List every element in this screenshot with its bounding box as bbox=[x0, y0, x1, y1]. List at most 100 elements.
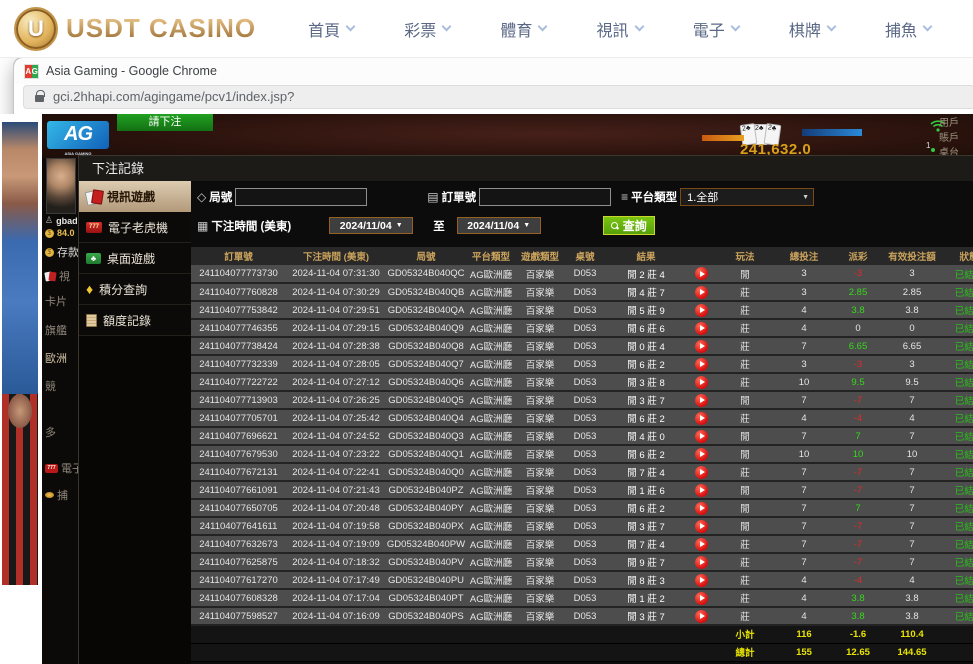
status-cell: 已結算 bbox=[942, 589, 973, 607]
bet-cell: 7 bbox=[774, 517, 834, 535]
filters: ◇ 局號 ▤ 訂單號 ≡ 平台類型 1.全部 ▼ bbox=[191, 181, 973, 247]
modal-sidebar: 視訊遊戲 777電子老虎機 ♣ 桌面遊戲 ♦積分查詢額度記錄 bbox=[79, 181, 191, 664]
payout-cell: 3.8 bbox=[834, 301, 882, 319]
nav-item-video[interactable]: 視訊 bbox=[597, 17, 643, 41]
sidebar-item-video-games[interactable]: 視訊遊戲 bbox=[79, 181, 202, 212]
cell: 241104077617270 bbox=[191, 571, 286, 589]
total-row-label: 總計 bbox=[716, 643, 774, 661]
lobby-item-bidding[interactable]: 競 bbox=[45, 378, 56, 394]
valid-bet-cell: 7 bbox=[882, 481, 942, 499]
lobby-item-label: 多 bbox=[45, 424, 56, 440]
sidebar-item-table-games[interactable]: ♣ 桌面遊戲 bbox=[79, 243, 191, 274]
empty-cell bbox=[191, 625, 716, 643]
cell: GD05324B040QA bbox=[386, 301, 466, 319]
play-video-icon[interactable] bbox=[695, 538, 708, 551]
modal-content: ◇ 局號 ▤ 訂單號 ≡ 平台類型 1.全部 ▼ bbox=[191, 181, 973, 664]
cell: 2024-11-04 07:23:22 bbox=[286, 445, 386, 463]
play-video-icon[interactable] bbox=[695, 502, 708, 515]
cell: 241104077672131 bbox=[191, 463, 286, 481]
play-video-icon[interactable] bbox=[695, 358, 708, 371]
nav-item-cards[interactable]: 棋牌 bbox=[789, 17, 835, 41]
play-video-icon[interactable] bbox=[695, 430, 708, 443]
modal-title: 下注記錄 bbox=[79, 156, 973, 181]
cell: 2024-11-04 07:17:49 bbox=[286, 571, 386, 589]
sidebar-item-points-query[interactable]: ♦積分查詢 bbox=[79, 274, 191, 305]
nav-item-lottery[interactable]: 彩票 bbox=[404, 17, 450, 41]
cell: D053 bbox=[564, 337, 606, 355]
lobby-item-video[interactable]: 視 bbox=[45, 268, 70, 284]
cell: AG歐洲廳 bbox=[466, 463, 516, 481]
nav-item-slots[interactable]: 電子 bbox=[693, 17, 739, 41]
subtotal-row-payout: -1.6 bbox=[834, 625, 882, 643]
play-video-icon[interactable] bbox=[695, 466, 708, 479]
play-video-icon[interactable] bbox=[695, 574, 708, 587]
play-type-cell: 閒 bbox=[716, 517, 774, 535]
lobby-item-europe[interactable]: 歐洲 bbox=[45, 350, 67, 366]
date-to-select[interactable]: 2024/11/04▼ bbox=[457, 217, 541, 234]
coin-icon: $ bbox=[45, 229, 54, 238]
cell: D053 bbox=[564, 481, 606, 499]
lobby-item-flagship[interactable]: 旗艦 bbox=[45, 322, 67, 338]
play-cell bbox=[686, 391, 716, 409]
play-video-icon[interactable] bbox=[695, 376, 708, 389]
result-cell: 閒 3 莊 7 bbox=[606, 607, 686, 625]
sidebar-item-credit-records[interactable]: 額度記錄 bbox=[79, 305, 191, 336]
deposit-button[interactable]: $ 存款 bbox=[45, 244, 78, 260]
status-cell: 已結算 bbox=[942, 481, 973, 499]
play-video-icon[interactable] bbox=[695, 412, 708, 425]
round-input[interactable] bbox=[235, 188, 367, 206]
sidebar-item-label: 視訊遊戲 bbox=[107, 188, 155, 205]
nav-item-fishing[interactable]: 捕魚 bbox=[885, 17, 931, 41]
lobby-item-card-games[interactable]: 卡片 bbox=[45, 293, 67, 309]
date-from-select[interactable]: 2024/11/04▼ bbox=[329, 217, 413, 234]
play-video-icon[interactable] bbox=[695, 286, 708, 299]
brand-logo[interactable]: U USDT CASINO bbox=[14, 7, 256, 51]
search-button[interactable]: 查詢 bbox=[603, 216, 655, 235]
play-video-icon[interactable] bbox=[695, 520, 708, 533]
cell: GD05324B040PY bbox=[386, 499, 466, 517]
cell: 241104077705701 bbox=[191, 409, 286, 427]
play-video-icon[interactable] bbox=[695, 592, 708, 605]
play-video-icon[interactable] bbox=[695, 322, 708, 335]
window-titlebar[interactable]: AG Asia Gaming - Google Chrome bbox=[14, 58, 973, 84]
play-cell bbox=[686, 265, 716, 283]
lock-icon[interactable] bbox=[35, 95, 44, 102]
play-video-icon[interactable] bbox=[695, 304, 708, 317]
play-video-icon[interactable] bbox=[695, 556, 708, 569]
result-cell: 閒 7 莊 4 bbox=[606, 463, 686, 481]
url-field[interactable]: gci.2hhapi.com/agingame/pcv1/index.jsp? bbox=[23, 85, 973, 109]
sidebar-item-slot-machine[interactable]: 777電子老虎機 bbox=[79, 212, 191, 243]
cell: AG歐洲廳 bbox=[466, 445, 516, 463]
payout-cell: 0 bbox=[834, 319, 882, 337]
nav-item-sports[interactable]: 體育 bbox=[500, 17, 546, 41]
platform-select[interactable]: 1.全部 ▼ bbox=[680, 188, 814, 206]
cell: 241104077732339 bbox=[191, 355, 286, 373]
lobby-item-fishing[interactable]: 捕 bbox=[45, 487, 68, 503]
ag-favicon: AG bbox=[24, 64, 39, 79]
table-row: 2411040777737302024-11-04 07:31:30GD0532… bbox=[191, 265, 973, 283]
cell: D053 bbox=[564, 427, 606, 445]
result-cell: 閒 6 莊 2 bbox=[606, 355, 686, 373]
lobby-item-slots[interactable]: 777電子 bbox=[45, 460, 78, 476]
play-video-icon[interactable] bbox=[695, 610, 708, 623]
payout-cell: 7 bbox=[834, 427, 882, 445]
lobby-item-multi[interactable]: 多 bbox=[45, 424, 56, 440]
sidebar-item-label: 桌面遊戲 bbox=[107, 250, 155, 267]
play-video-icon[interactable] bbox=[695, 340, 708, 353]
brand-name: USDT CASINO bbox=[66, 13, 256, 44]
order-input[interactable] bbox=[479, 188, 611, 206]
records-tbody: 2411040777737302024-11-04 07:31:30GD0532… bbox=[191, 265, 973, 661]
play-video-icon[interactable] bbox=[695, 448, 708, 461]
bet-cell: 7 bbox=[774, 463, 834, 481]
cell: 241104077661091 bbox=[191, 481, 286, 499]
green-icon: ♣ bbox=[86, 253, 101, 264]
valid-bet-cell: 7 bbox=[882, 391, 942, 409]
nav-item-home[interactable]: 首頁 bbox=[308, 17, 354, 41]
status-cell: 已結算 bbox=[942, 319, 973, 337]
cell: AG歐洲廳 bbox=[466, 427, 516, 445]
play-video-icon[interactable] bbox=[695, 394, 708, 407]
play-type-cell: 閒 bbox=[716, 391, 774, 409]
play-video-icon[interactable] bbox=[695, 484, 708, 497]
play-video-icon[interactable] bbox=[695, 267, 708, 280]
payout-cell: 3.8 bbox=[834, 589, 882, 607]
